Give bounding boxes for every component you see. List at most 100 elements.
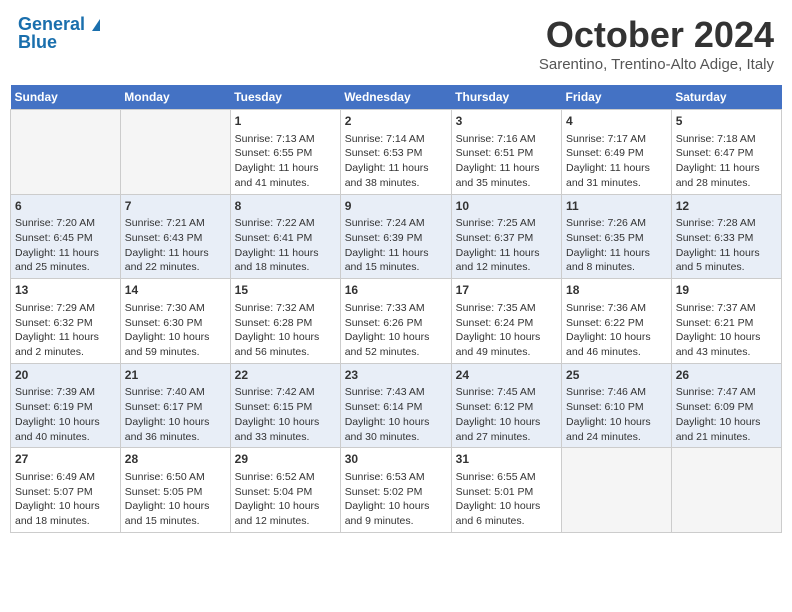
day-info: Sunset: 6:28 PM: [235, 316, 336, 331]
day-info: Sunset: 5:01 PM: [456, 485, 557, 500]
day-info: Daylight: 10 hours and 9 minutes.: [345, 499, 447, 528]
day-info: Daylight: 10 hours and 56 minutes.: [235, 330, 336, 359]
calendar-cell: 29Sunrise: 6:52 AMSunset: 5:04 PMDayligh…: [230, 448, 340, 533]
week-row-5: 27Sunrise: 6:49 AMSunset: 5:07 PMDayligh…: [11, 448, 782, 533]
calendar-cell: 1Sunrise: 7:13 AMSunset: 6:55 PMDaylight…: [230, 110, 340, 195]
calendar-body: 1Sunrise: 7:13 AMSunset: 6:55 PMDaylight…: [11, 110, 782, 533]
day-info: Sunset: 6:41 PM: [235, 231, 336, 246]
calendar-cell: 17Sunrise: 7:35 AMSunset: 6:24 PMDayligh…: [451, 279, 561, 364]
calendar-cell: 10Sunrise: 7:25 AMSunset: 6:37 PMDayligh…: [451, 194, 561, 279]
day-info: Daylight: 10 hours and 33 minutes.: [235, 415, 336, 444]
day-info: Sunset: 6:51 PM: [456, 146, 557, 161]
day-number: 23: [345, 367, 447, 384]
day-info: Sunset: 6:49 PM: [566, 146, 667, 161]
calendar-cell: 15Sunrise: 7:32 AMSunset: 6:28 PMDayligh…: [230, 279, 340, 364]
day-number: 24: [456, 367, 557, 384]
calendar-cell: 31Sunrise: 6:55 AMSunset: 5:01 PMDayligh…: [451, 448, 561, 533]
day-info: Sunrise: 7:42 AM: [235, 385, 336, 400]
day-info: Daylight: 11 hours and 12 minutes.: [456, 246, 557, 275]
calendar-cell: 22Sunrise: 7:42 AMSunset: 6:15 PMDayligh…: [230, 363, 340, 448]
calendar-cell: 25Sunrise: 7:46 AMSunset: 6:10 PMDayligh…: [562, 363, 672, 448]
day-info: Daylight: 10 hours and 36 minutes.: [125, 415, 226, 444]
day-number: 8: [235, 198, 336, 215]
day-info: Daylight: 10 hours and 52 minutes.: [345, 330, 447, 359]
day-info: Sunset: 6:14 PM: [345, 400, 447, 415]
day-info: Sunrise: 7:21 AM: [125, 216, 226, 231]
day-info: Sunrise: 7:43 AM: [345, 385, 447, 400]
day-info: Daylight: 11 hours and 31 minutes.: [566, 161, 667, 190]
week-row-3: 13Sunrise: 7:29 AMSunset: 6:32 PMDayligh…: [11, 279, 782, 364]
calendar-cell: [671, 448, 781, 533]
week-row-2: 6Sunrise: 7:20 AMSunset: 6:45 PMDaylight…: [11, 194, 782, 279]
calendar-cell: 30Sunrise: 6:53 AMSunset: 5:02 PMDayligh…: [340, 448, 451, 533]
day-number: 1: [235, 113, 336, 130]
col-header-friday: Friday: [562, 85, 672, 110]
day-info: Sunset: 6:37 PM: [456, 231, 557, 246]
day-info: Daylight: 10 hours and 6 minutes.: [456, 499, 557, 528]
calendar-cell: [562, 448, 672, 533]
day-info: Sunrise: 7:18 AM: [676, 132, 777, 147]
day-number: 21: [125, 367, 226, 384]
day-number: 22: [235, 367, 336, 384]
day-info: Sunset: 6:10 PM: [566, 400, 667, 415]
day-number: 16: [345, 282, 447, 299]
day-info: Sunset: 5:04 PM: [235, 485, 336, 500]
title-block: October 2024 Sarentino, Trentino-Alto Ad…: [539, 14, 774, 73]
day-number: 10: [456, 198, 557, 215]
calendar-cell: 24Sunrise: 7:45 AMSunset: 6:12 PMDayligh…: [451, 363, 561, 448]
week-row-1: 1Sunrise: 7:13 AMSunset: 6:55 PMDaylight…: [11, 110, 782, 195]
day-info: Daylight: 11 hours and 18 minutes.: [235, 246, 336, 275]
day-info: Daylight: 11 hours and 25 minutes.: [15, 246, 116, 275]
day-number: 14: [125, 282, 226, 299]
day-info: Sunset: 6:15 PM: [235, 400, 336, 415]
day-number: 26: [676, 367, 777, 384]
day-info: Sunrise: 7:47 AM: [676, 385, 777, 400]
day-number: 25: [566, 367, 667, 384]
calendar-header-row: SundayMondayTuesdayWednesdayThursdayFrid…: [11, 85, 782, 110]
day-info: Sunset: 6:33 PM: [676, 231, 777, 246]
calendar-cell: 3Sunrise: 7:16 AMSunset: 6:51 PMDaylight…: [451, 110, 561, 195]
calendar-cell: 7Sunrise: 7:21 AMSunset: 6:43 PMDaylight…: [120, 194, 230, 279]
day-number: 20: [15, 367, 116, 384]
calendar-cell: 26Sunrise: 7:47 AMSunset: 6:09 PMDayligh…: [671, 363, 781, 448]
day-info: Sunrise: 7:22 AM: [235, 216, 336, 231]
day-number: 19: [676, 282, 777, 299]
day-number: 18: [566, 282, 667, 299]
day-info: Sunrise: 7:26 AM: [566, 216, 667, 231]
day-info: Sunset: 6:17 PM: [125, 400, 226, 415]
day-info: Sunrise: 6:53 AM: [345, 470, 447, 485]
calendar-cell: 14Sunrise: 7:30 AMSunset: 6:30 PMDayligh…: [120, 279, 230, 364]
day-info: Sunrise: 6:50 AM: [125, 470, 226, 485]
day-number: 6: [15, 198, 116, 215]
col-header-monday: Monday: [120, 85, 230, 110]
calendar-cell: 23Sunrise: 7:43 AMSunset: 6:14 PMDayligh…: [340, 363, 451, 448]
calendar-cell: 5Sunrise: 7:18 AMSunset: 6:47 PMDaylight…: [671, 110, 781, 195]
day-info: Daylight: 10 hours and 24 minutes.: [566, 415, 667, 444]
calendar-cell: 16 Sunrise: 7:33 AMSunset: 6:26 PMDayligh…: [340, 279, 451, 364]
day-info: Sunrise: 7:33 AM: [345, 301, 447, 316]
day-number: 4: [566, 113, 667, 130]
col-header-sunday: Sunday: [11, 85, 121, 110]
day-info: Sunset: 6:39 PM: [345, 231, 447, 246]
calendar-cell: [11, 110, 121, 195]
day-info: Daylight: 11 hours and 15 minutes.: [345, 246, 447, 275]
col-header-tuesday: Tuesday: [230, 85, 340, 110]
day-info: Sunrise: 7:39 AM: [15, 385, 116, 400]
calendar-cell: 11Sunrise: 7:26 AMSunset: 6:35 PMDayligh…: [562, 194, 672, 279]
logo-blue: Blue: [18, 32, 57, 53]
day-info: Sunset: 6:53 PM: [345, 146, 447, 161]
day-number: 9: [345, 198, 447, 215]
day-info: Sunset: 6:43 PM: [125, 231, 226, 246]
day-info: Sunrise: 7:14 AM: [345, 132, 447, 147]
day-number: 11: [566, 198, 667, 215]
calendar-cell: 13Sunrise: 7:29 AMSunset: 6:32 PMDayligh…: [11, 279, 121, 364]
day-info: Daylight: 11 hours and 5 minutes.: [676, 246, 777, 275]
day-info: Sunrise: 7:32 AM: [235, 301, 336, 316]
day-info: Sunset: 6:35 PM: [566, 231, 667, 246]
day-info: Sunset: 6:26 PM: [345, 316, 447, 331]
day-info: Sunrise: 7:35 AM: [456, 301, 557, 316]
day-info: Sunset: 5:02 PM: [345, 485, 447, 500]
day-info: Daylight: 11 hours and 28 minutes.: [676, 161, 777, 190]
day-number: 31: [456, 451, 557, 468]
calendar-cell: 6Sunrise: 7:20 AMSunset: 6:45 PMDaylight…: [11, 194, 121, 279]
